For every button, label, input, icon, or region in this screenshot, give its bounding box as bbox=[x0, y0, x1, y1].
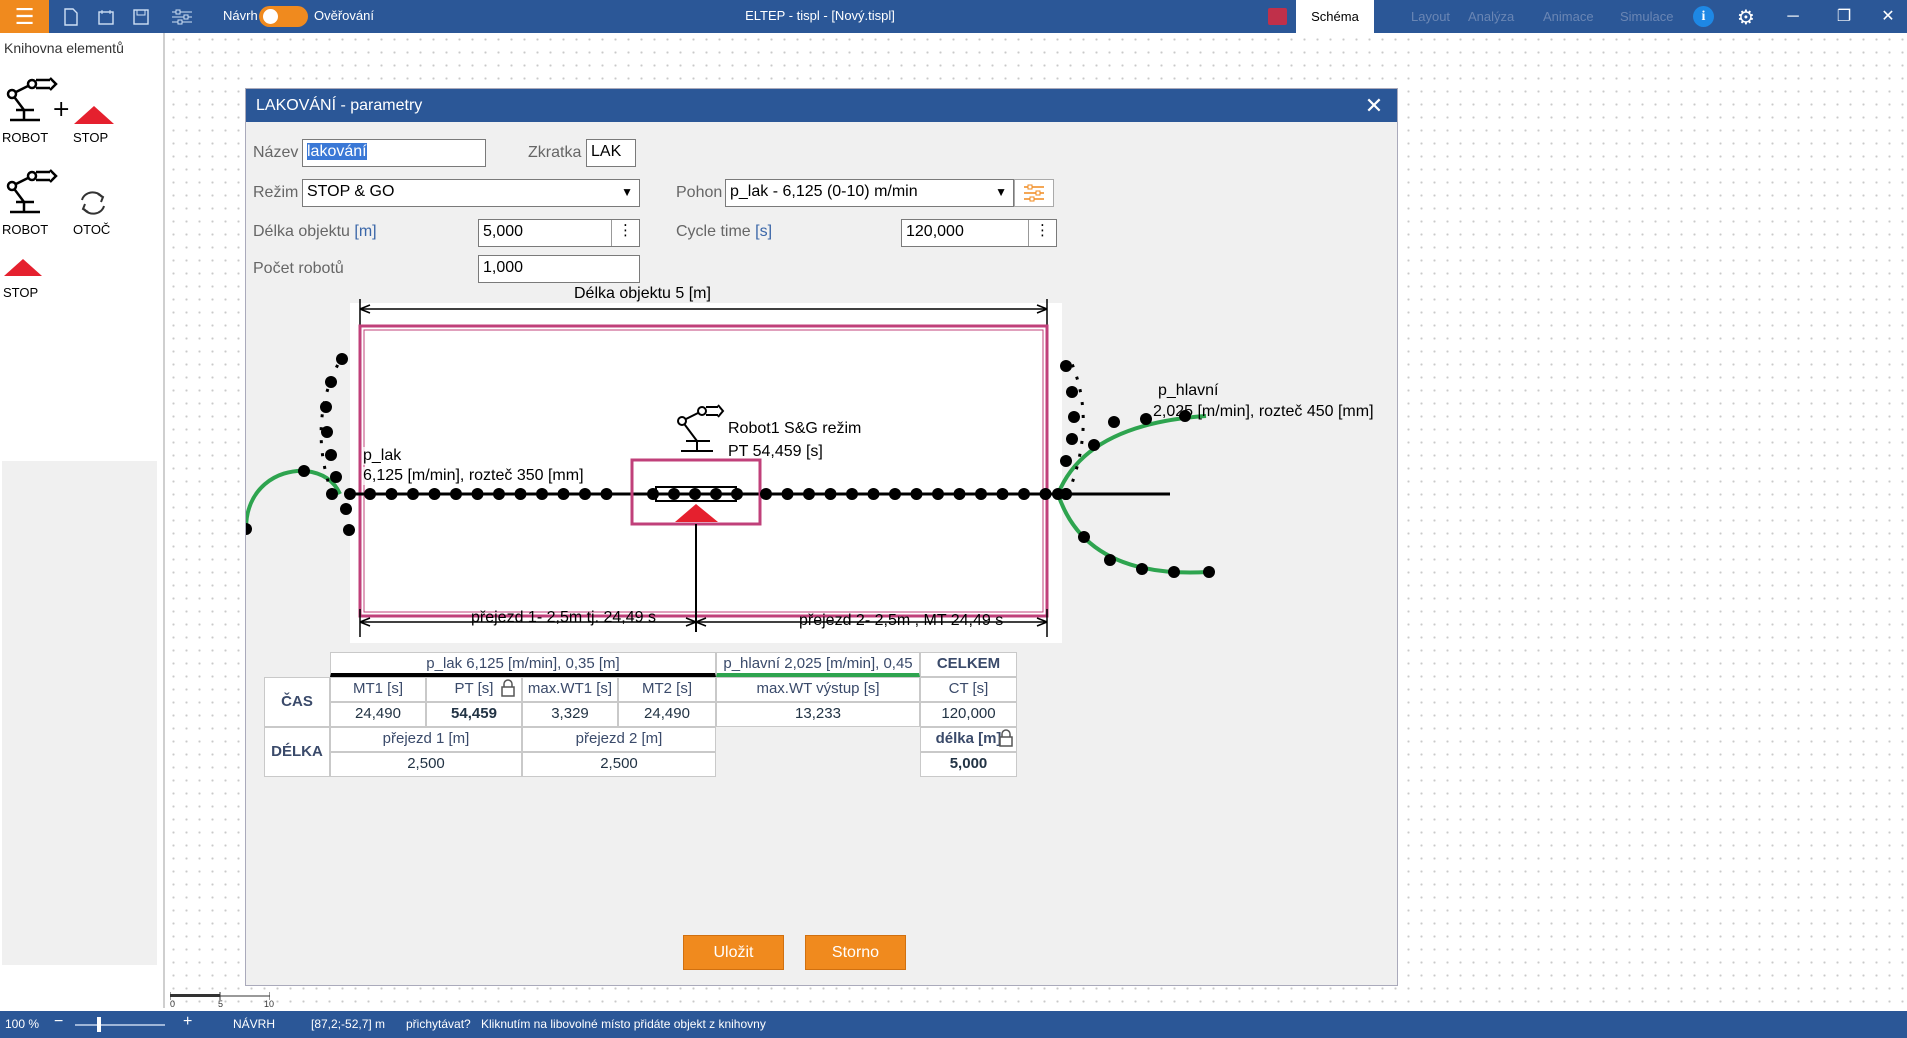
snap-toggle[interactable]: přichytávat? bbox=[406, 1017, 471, 1031]
window-title: ELTEP - tispl - [Nový.tispl] bbox=[745, 8, 895, 23]
rotate-icon bbox=[81, 191, 105, 215]
robot-name: Robot1 S&G režim bbox=[728, 420, 862, 437]
minimize-icon[interactable]: ─ bbox=[1773, 0, 1813, 33]
tab-simulace[interactable]: Simulace bbox=[1620, 0, 1673, 33]
robot-arm-icon: + bbox=[6, 77, 114, 124]
mode-toggle[interactable] bbox=[259, 6, 308, 27]
value-ct: 120,000 bbox=[920, 702, 1017, 727]
p-lak-name: p_lak bbox=[363, 447, 402, 465]
value-max-wt1: 3,329 bbox=[522, 702, 618, 727]
svg-text:+: + bbox=[52, 97, 70, 122]
robot-arm-icon bbox=[6, 169, 58, 214]
lock-icon[interactable] bbox=[999, 729, 1013, 754]
header-max-wt1: max.WT1 [s] bbox=[522, 677, 618, 702]
header-mt1: MT1 [s] bbox=[330, 677, 426, 702]
value-prejezd2: 2,500 bbox=[522, 752, 716, 777]
title-bar: ☰ Návrh Ověřování ELTEP - tispl - [Nový.… bbox=[0, 0, 1907, 33]
library-item-robot[interactable] bbox=[4, 164, 59, 224]
value-max-wt-vystup: 13,233 bbox=[716, 702, 920, 727]
library-tab[interactable]: Knihovna elementů bbox=[4, 40, 124, 56]
group-lak-header: p_lak 6,125 [m/min], 0,35 [m] bbox=[330, 652, 716, 677]
value-mt2: 24,490 bbox=[618, 702, 716, 727]
zoom-level: 100 % bbox=[5, 1017, 40, 1031]
library-label-robot: ROBOT bbox=[2, 130, 49, 145]
scale-tick-0: 0 bbox=[170, 999, 176, 1009]
settings-sliders-icon[interactable] bbox=[170, 6, 194, 28]
p-lak-desc: 6,125 [m/min], rozteč 350 [mm] bbox=[363, 467, 584, 485]
close-icon[interactable]: ✕ bbox=[1868, 0, 1907, 33]
library-item-robot-stop[interactable]: + bbox=[4, 72, 114, 132]
value-pt: 54,459 bbox=[426, 702, 522, 727]
header-pt-label: PT [s] bbox=[454, 680, 494, 697]
gear-icon[interactable]: ⚙ bbox=[1735, 6, 1757, 29]
row-delka-header: DÉLKA bbox=[264, 727, 330, 777]
new-file-icon[interactable] bbox=[60, 6, 82, 28]
header-prejezd1: přejezd 1 [m] bbox=[330, 727, 522, 752]
library-label-stop-2: STOP bbox=[3, 285, 39, 300]
tab-schema[interactable]: Schéma bbox=[1296, 0, 1374, 33]
header-delka: délka [m] bbox=[920, 727, 1017, 752]
tab-analyza[interactable]: Analýza bbox=[1468, 0, 1514, 33]
prejezd1-caption: přejezd 1- 2,5m tj. 24,49 s bbox=[471, 609, 656, 626]
library-item-otoc[interactable] bbox=[76, 188, 110, 223]
library-label-stop: STOP bbox=[73, 130, 109, 145]
p-hlavni-name: p_hlavní bbox=[1158, 382, 1219, 399]
status-hint: Kliknutím na libovolné místo přidáte obj… bbox=[481, 1017, 766, 1031]
p-hlavni-desc: 2,025 [m/min], rozteč 450 [mm] bbox=[1153, 403, 1374, 420]
cancel-button[interactable]: Storno bbox=[805, 935, 906, 970]
prejezd2-caption: přejezd 2- 2,5m , MT 24,49 s bbox=[799, 612, 1004, 629]
lakovani-dialog: LAKOVÁNÍ - parametry ✕ Název lakování Zk… bbox=[246, 89, 1397, 985]
restore-icon[interactable]: ❐ bbox=[1824, 0, 1864, 33]
group-celkem-header: CELKEM bbox=[920, 652, 1017, 677]
header-max-wt-vystup: max.WT výstup [s] bbox=[716, 677, 920, 702]
mode-status: NÁVRH bbox=[233, 1017, 276, 1031]
open-file-icon[interactable] bbox=[95, 6, 117, 28]
zoom-slider-track[interactable] bbox=[75, 1024, 165, 1026]
library-item-stop[interactable] bbox=[2, 256, 44, 283]
value-delka: 5,000 bbox=[920, 752, 1017, 777]
length-caption: Délka objektu 5 [m] bbox=[574, 285, 711, 302]
scale-tick-5: 5 bbox=[218, 999, 224, 1009]
library-label-otoc: OTOČ bbox=[73, 222, 111, 237]
scale-bar: 0 5 10 m bbox=[169, 990, 274, 1019]
header-ct: CT [s] bbox=[920, 677, 1017, 702]
info-icon[interactable]: i bbox=[1693, 6, 1714, 27]
library-empty-area bbox=[2, 461, 157, 965]
value-mt1: 24,490 bbox=[330, 702, 426, 727]
mode-label-verify: Ověřování bbox=[314, 8, 374, 23]
record-icon[interactable] bbox=[1268, 8, 1287, 25]
header-prejezd2: přejezd 2 [m] bbox=[522, 727, 716, 752]
header-mt2: MT2 [s] bbox=[618, 677, 716, 702]
zoom-in-icon[interactable]: + bbox=[183, 1013, 192, 1031]
group-hlavni-header: p_hlavní 2,025 [m/min], 0,45 [m] bbox=[716, 652, 920, 694]
header-delka-label: délka [m] bbox=[935, 730, 1002, 747]
robot-pt: PT 54,459 [s] bbox=[728, 443, 823, 460]
tab-layout[interactable]: Layout bbox=[1411, 0, 1450, 33]
header-pt: PT [s] bbox=[426, 677, 522, 702]
save-button[interactable]: Uložit bbox=[683, 935, 784, 970]
status-bar: 100 % − + NÁVRH [87,2;-52,7] m přichytáv… bbox=[0, 1011, 1907, 1038]
save-icon[interactable] bbox=[130, 6, 152, 28]
zoom-slider-thumb[interactable] bbox=[97, 1017, 101, 1032]
cursor-coords: [87,2;-52,7] m bbox=[311, 1017, 386, 1031]
value-prejezd1: 2,500 bbox=[330, 752, 522, 777]
mode-label-design: Návrh bbox=[223, 8, 258, 23]
stop-triangle-icon bbox=[4, 259, 42, 276]
tab-animace[interactable]: Animace bbox=[1543, 0, 1594, 33]
zoom-out-icon[interactable]: − bbox=[54, 1013, 63, 1031]
process-diagram bbox=[246, 299, 1215, 637]
hamburger-menu-icon[interactable]: ☰ bbox=[0, 0, 49, 33]
conveyor-carrier-dots bbox=[246, 353, 1215, 578]
library-label-robot-2: ROBOT bbox=[2, 222, 49, 237]
row-cas-header: ČAS bbox=[264, 677, 330, 727]
lock-icon[interactable] bbox=[501, 679, 515, 704]
